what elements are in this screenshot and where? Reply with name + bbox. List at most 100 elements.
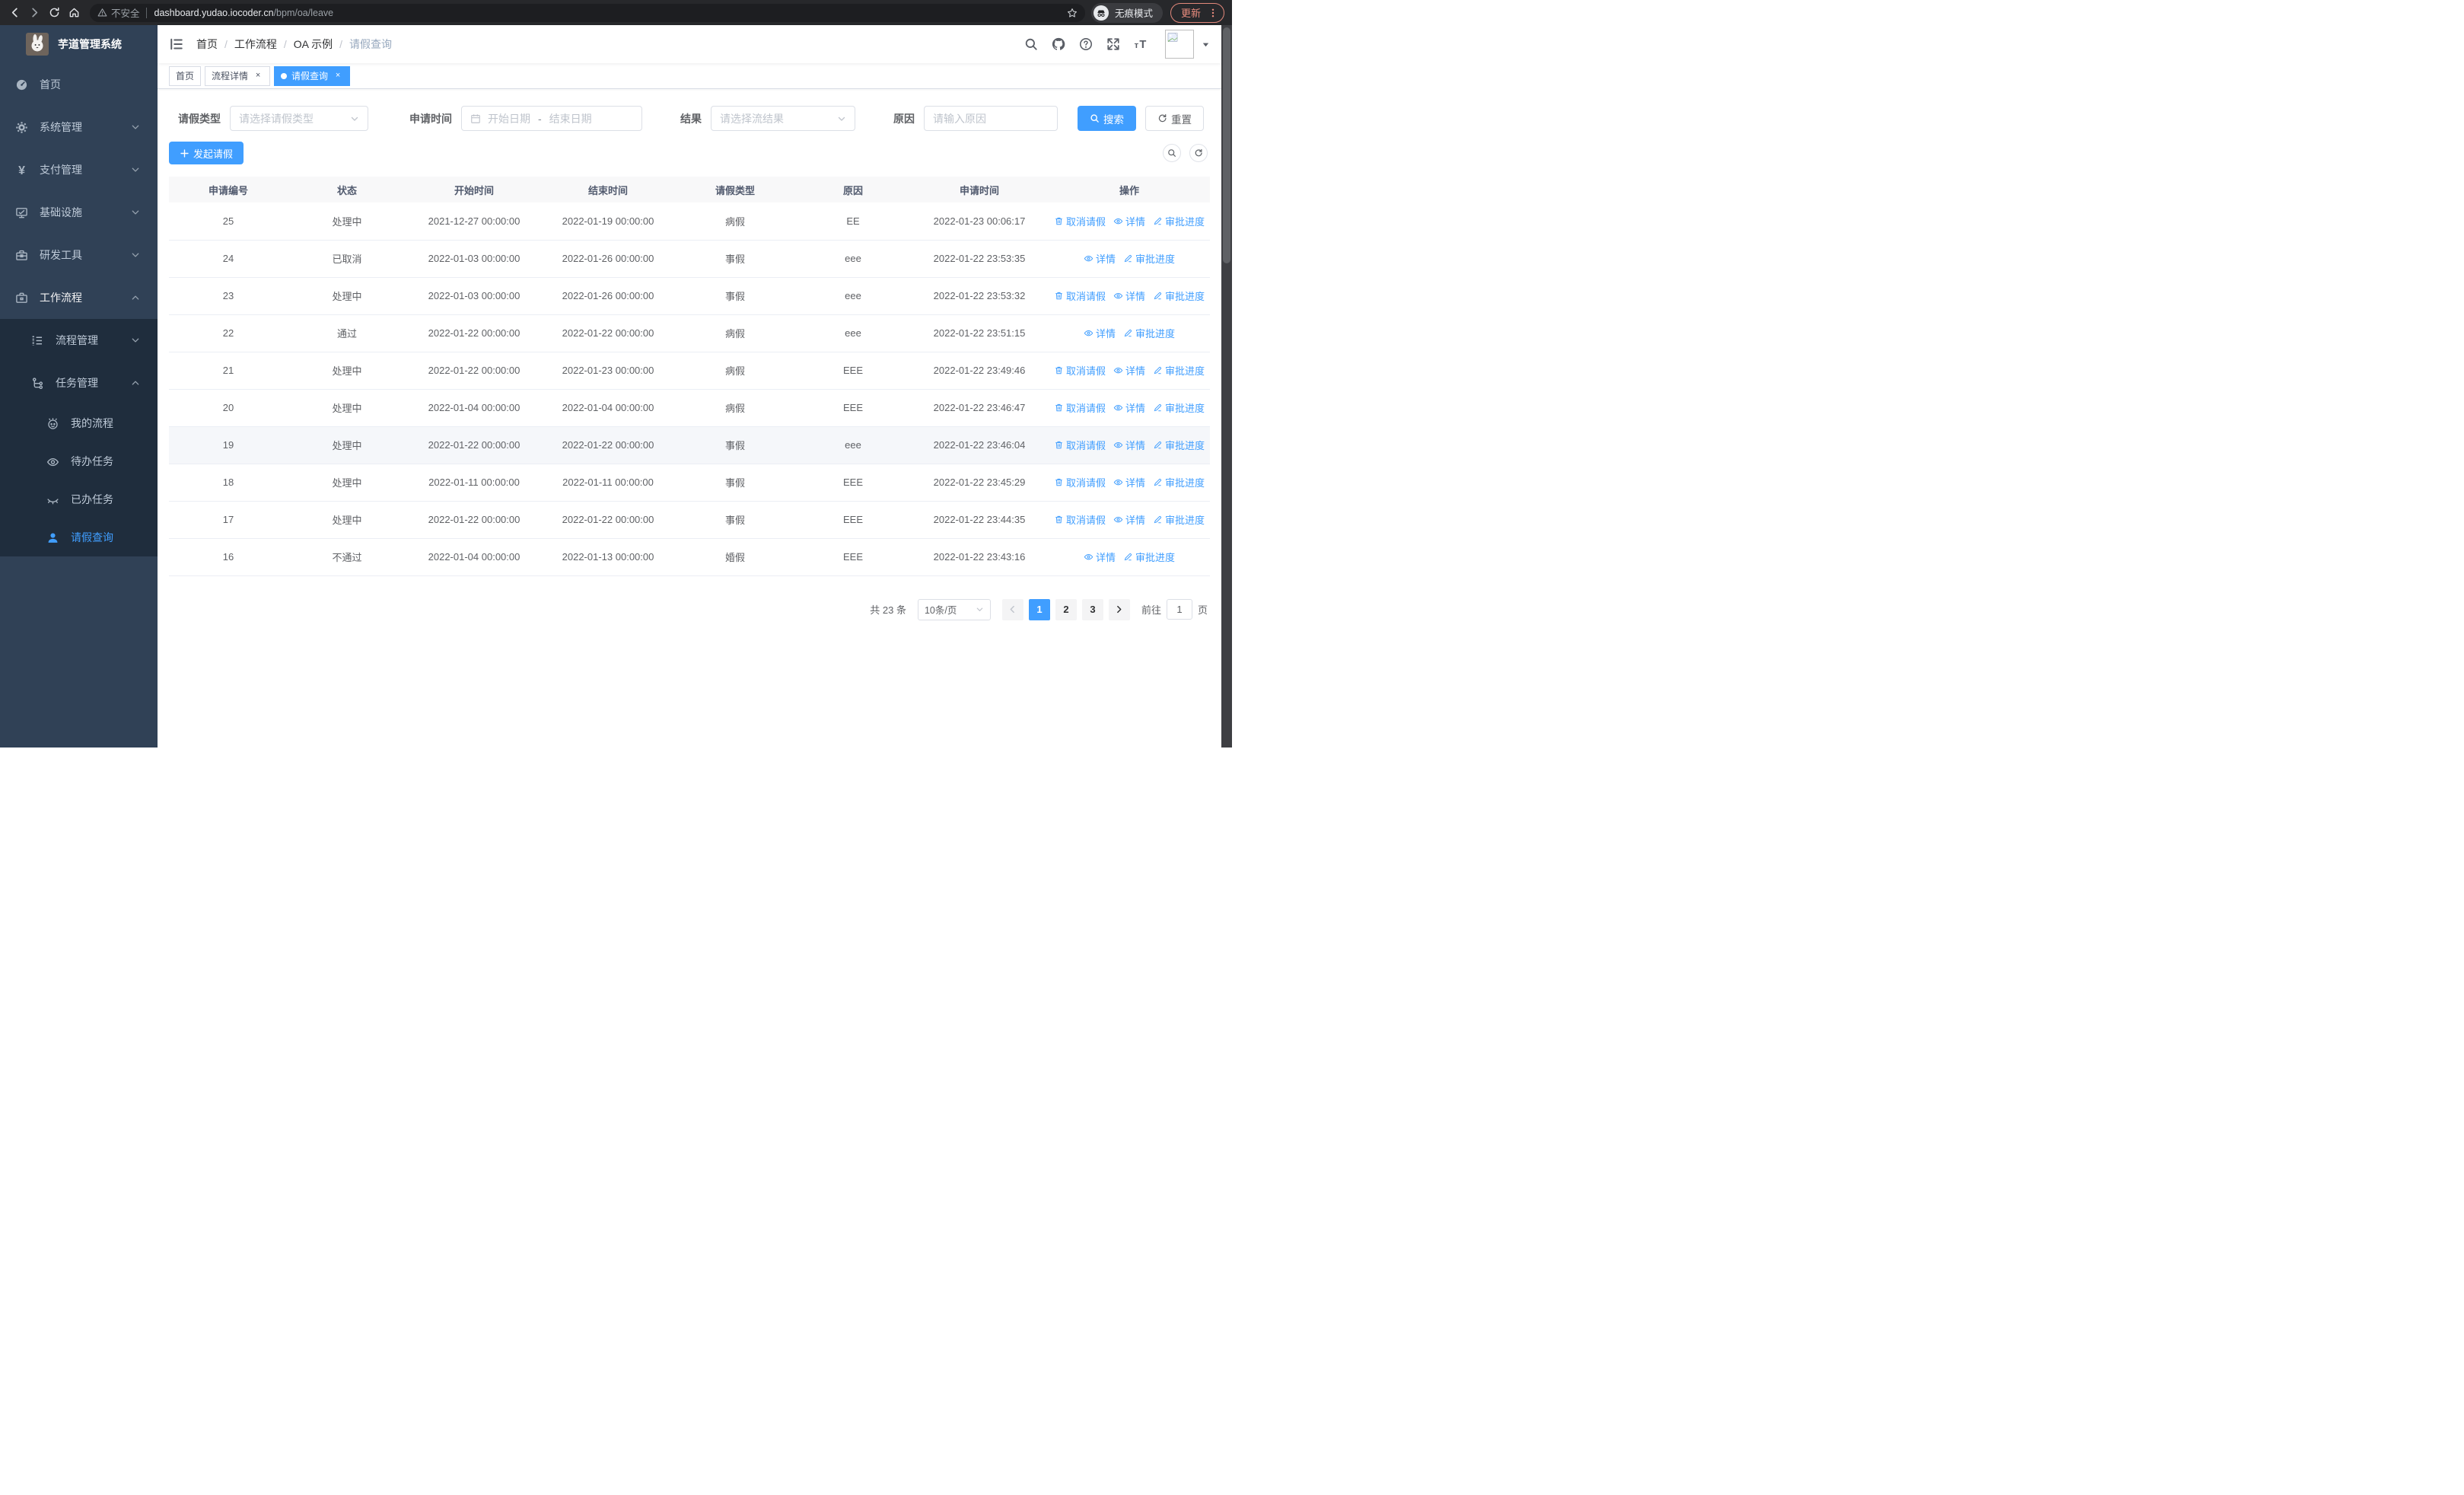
bookmark-star-icon[interactable] (1067, 8, 1078, 18)
prev-page-button[interactable] (1001, 598, 1023, 620)
progress-action[interactable]: 审批进度 (1153, 288, 1205, 303)
table-row: 19 处理中 2022-01-22 00:00:00 2022-01-22 00:00… (169, 426, 1210, 464)
browser-update-button[interactable]: 更新 (1170, 2, 1224, 23)
browser-home-button[interactable] (64, 3, 84, 23)
table-row: 24 已取消 2022-01-03 00:00:00 2022-01-26 00:00… (169, 240, 1210, 278)
cell-leave-type: 病假 (674, 314, 796, 352)
sidebar-subitem-1[interactable]: 流程管理 (0, 319, 158, 362)
reset-button[interactable]: 重置 (1145, 106, 1204, 131)
sidebar-item-2[interactable]: 系统管理 (0, 106, 158, 148)
help-icon[interactable] (1072, 37, 1100, 51)
progress-action[interactable]: 审批进度 (1153, 475, 1205, 489)
progress-action[interactable]: 审批进度 (1153, 400, 1205, 415)
font-size-icon[interactable]: тТ (1127, 37, 1154, 51)
cancel-leave-action[interactable]: 取消请假 (1054, 363, 1106, 378)
kebab-menu-icon[interactable] (1208, 8, 1218, 18)
goto-page-input[interactable] (1166, 599, 1192, 620)
detail-action[interactable]: 详情 (1084, 550, 1116, 564)
tag-tab-3[interactable]: 请假查询 × (274, 65, 351, 86)
fullscreen-icon[interactable] (1100, 37, 1127, 51)
cancel-leave-action[interactable]: 取消请假 (1054, 288, 1106, 303)
filter-form: 请假类型 请选择请假类型 申请时间 开始日期 - 结束日期 结果 请选择流结果 (169, 106, 1210, 131)
progress-action[interactable]: 审批进度 (1153, 214, 1205, 228)
page-button-1[interactable]: 1 (1028, 598, 1050, 620)
close-icon[interactable]: × (253, 71, 263, 81)
search-icon[interactable] (1017, 37, 1045, 51)
scrollbar-thumb[interactable] (1223, 27, 1230, 263)
sidebar-item-4[interactable]: 基础设施 (0, 191, 158, 234)
sidebar-subitem-6[interactable]: 请假查询 (0, 518, 158, 556)
breadcrumb-item-3[interactable]: OA 示例 (294, 37, 333, 52)
sidebar-item-6[interactable]: 工作流程 (0, 276, 158, 319)
refresh-table-button[interactable] (1189, 144, 1208, 162)
detail-action[interactable]: 详情 (1113, 438, 1145, 452)
tag-tab-2[interactable]: 流程详情 × (205, 65, 271, 86)
detail-action[interactable]: 详情 (1113, 512, 1145, 527)
incognito-badge[interactable]: 无痕模式 (1090, 2, 1163, 23)
cancel-leave-action[interactable]: 取消请假 (1054, 400, 1106, 415)
breadcrumb-item-2[interactable]: 工作流程 (234, 37, 277, 52)
avatar-caret-icon[interactable] (1202, 40, 1210, 49)
cancel-leave-action[interactable]: 取消请假 (1054, 475, 1106, 489)
progress-action[interactable]: 审批进度 (1123, 326, 1175, 340)
back-arrow-icon (11, 8, 18, 18)
cell-status: 处理中 (288, 277, 406, 315)
pen-icon (1153, 365, 1163, 375)
detail-action[interactable]: 详情 (1113, 475, 1145, 489)
sidebar-item-5[interactable]: 研发工具 (0, 234, 158, 276)
sidebar-subitem-3[interactable]: 我的流程 (0, 404, 158, 442)
reason-input[interactable] (925, 107, 1057, 130)
tag-tab-1[interactable]: 首页 (169, 65, 202, 86)
result-select[interactable]: 请选择流结果 (711, 106, 855, 131)
cancel-leave-action[interactable]: 取消请假 (1054, 438, 1106, 452)
detail-action[interactable]: 详情 (1084, 326, 1116, 340)
page-scrollbar[interactable] (1221, 25, 1232, 748)
page-button-2[interactable]: 2 (1055, 598, 1077, 620)
progress-action[interactable]: 审批进度 (1123, 251, 1175, 266)
end-date-placeholder: 结束日期 (549, 112, 592, 125)
search-button[interactable]: 搜索 (1078, 106, 1136, 131)
eye-small-icon (1084, 328, 1094, 338)
browser-reload-button[interactable] (44, 3, 64, 23)
browser-back-button[interactable] (5, 3, 24, 23)
browser-forward-button[interactable] (24, 3, 44, 23)
close-icon[interactable]: × (333, 71, 343, 81)
eye-small-icon (1084, 552, 1094, 562)
progress-action[interactable]: 审批进度 (1153, 363, 1205, 378)
sidebar-item-3[interactable]: ¥ 支付管理 (0, 148, 158, 191)
cell-actions: 取消请假 详情 审批进度 (1049, 426, 1210, 464)
leave-type-select[interactable]: 请选择请假类型 (230, 106, 368, 131)
avatar[interactable] (1165, 30, 1194, 59)
eye-closed-icon (46, 493, 63, 506)
detail-action[interactable]: 详情 (1113, 363, 1145, 378)
create-leave-label: 发起请假 (193, 148, 234, 160)
page-button-3[interactable]: 3 (1081, 598, 1103, 620)
toggle-search-button[interactable] (1163, 144, 1181, 162)
address-bar[interactable]: 不安全 dashboard.yudao.iocoder.cn/bpm/oa/le… (90, 3, 1085, 22)
hamburger-icon[interactable] (169, 37, 184, 52)
detail-action[interactable]: 详情 (1113, 288, 1145, 303)
breadcrumb-separator: / (283, 38, 287, 50)
progress-action[interactable]: 审批进度 (1153, 438, 1205, 452)
detail-action[interactable]: 详情 (1084, 251, 1116, 266)
github-icon[interactable] (1045, 37, 1072, 51)
cancel-leave-action[interactable]: 取消请假 (1054, 214, 1106, 228)
sidebar-subitem-2[interactable]: 任务管理 (0, 362, 158, 404)
leave-type-placeholder: 请选择请假类型 (239, 112, 314, 125)
sidebar-subitem-4[interactable]: 待办任务 (0, 442, 158, 480)
progress-action[interactable]: 审批进度 (1153, 512, 1205, 527)
sidebar-subitem-5[interactable]: 已办任务 (0, 480, 158, 518)
detail-action[interactable]: 详情 (1113, 400, 1145, 415)
table-row: 25 处理中 2021-12-27 00:00:00 2022-01-19 00:00… (169, 202, 1210, 241)
sidebar-item-1[interactable]: 首页 (0, 63, 158, 106)
sidebar-item-label: 工作流程 (40, 292, 82, 304)
cancel-leave-action[interactable]: 取消请假 (1054, 512, 1106, 527)
next-page-button[interactable] (1108, 598, 1130, 620)
progress-action[interactable]: 审批进度 (1123, 550, 1175, 564)
user-icon (46, 531, 63, 544)
apply-time-range-picker[interactable]: 开始日期 - 结束日期 (461, 106, 642, 131)
detail-action[interactable]: 详情 (1113, 214, 1145, 228)
create-leave-button[interactable]: 发起请假 (169, 142, 244, 164)
breadcrumb-item-1[interactable]: 首页 (196, 37, 218, 52)
page-size-select[interactable]: 10条/页 (917, 598, 991, 620)
